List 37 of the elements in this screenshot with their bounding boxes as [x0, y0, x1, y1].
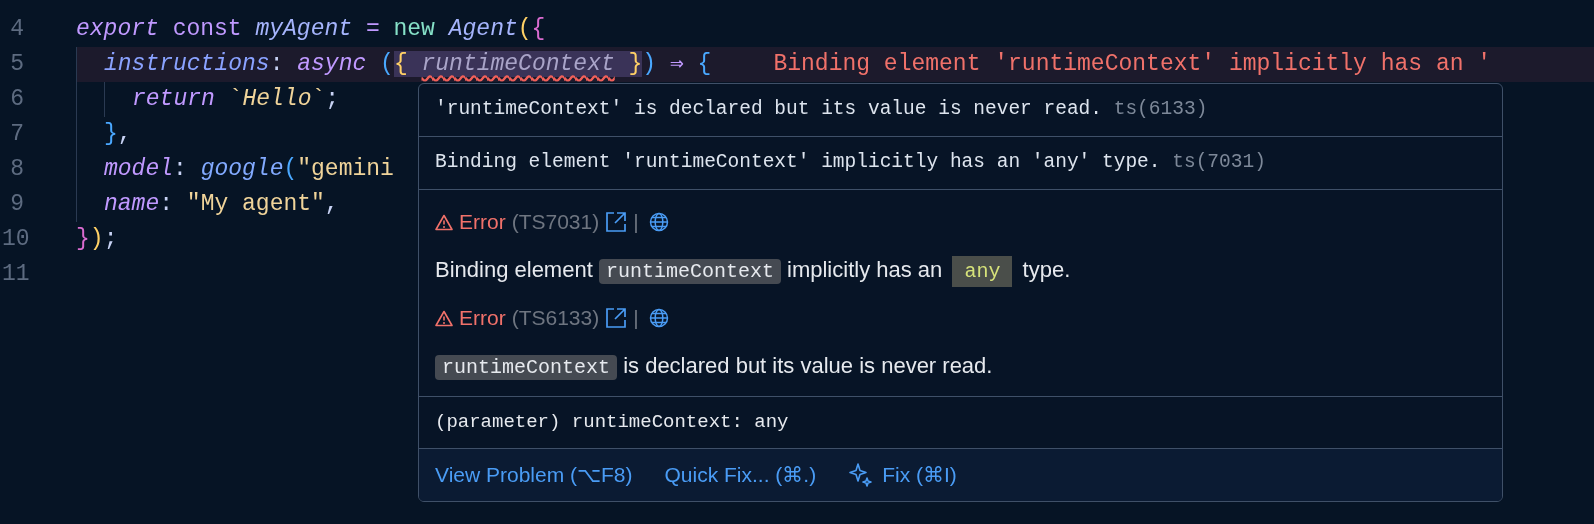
error-description: Binding element runtimeContext implicitly has an any type.	[435, 253, 1071, 287]
warning-icon	[435, 213, 453, 231]
error-description: runtimeContext is declared but its value is never read.	[435, 349, 993, 383]
error-label: Error	[459, 305, 506, 332]
line-number: 10	[1, 225, 31, 255]
error-code: (TS6133)	[511, 305, 600, 332]
error-code: (TS7031)	[511, 209, 600, 236]
separator: |	[633, 305, 639, 332]
type-signature: (parameter) runtimeContext: any	[435, 410, 789, 436]
external-link-icon[interactable]	[605, 211, 628, 233]
line-number: 4	[9, 15, 25, 45]
code-line: return `Hello`;	[132, 85, 340, 115]
line-number: 7	[9, 120, 25, 150]
code-line: name: "My agent",	[104, 190, 339, 220]
line-number: 5	[9, 50, 25, 80]
line-number: 11	[1, 260, 31, 290]
action-link[interactable]: Fix (⌘I)	[848, 459, 957, 491]
warning-icon	[435, 309, 453, 327]
globe-icon[interactable]	[648, 308, 669, 328]
diagnostic-message: 'runtimeContext' is declared but its value is never read. ts(6133)	[435, 97, 1208, 123]
inline-error-message: Binding element 'runtimeContext' implicitly has an '	[773, 50, 1492, 80]
globe-icon[interactable]	[648, 212, 669, 232]
line-number: 9	[9, 190, 25, 220]
code-line: model: google("gemini	[104, 155, 394, 185]
line-number: 8	[9, 155, 25, 185]
code-line: export const myAgent = new Agent({	[76, 15, 546, 45]
error-label: Error	[459, 209, 506, 236]
diagnostic-message: Binding element 'runtimeContext' implicitly has an 'any' type. ts(7031)	[435, 150, 1266, 176]
sparkle-icon	[848, 462, 875, 488]
line-number: 6	[9, 85, 25, 115]
separator: |	[633, 209, 639, 236]
code-line: instructions: async ({ runtimeContext }) ⇒ {	[104, 50, 712, 80]
action-link[interactable]: View Problem (⌥F8)	[435, 459, 633, 491]
code-line: },	[104, 120, 132, 150]
external-link-icon[interactable]	[605, 307, 628, 329]
code-line: });	[76, 225, 118, 255]
action-link[interactable]: Quick Fix... (⌘.)	[664, 459, 817, 491]
